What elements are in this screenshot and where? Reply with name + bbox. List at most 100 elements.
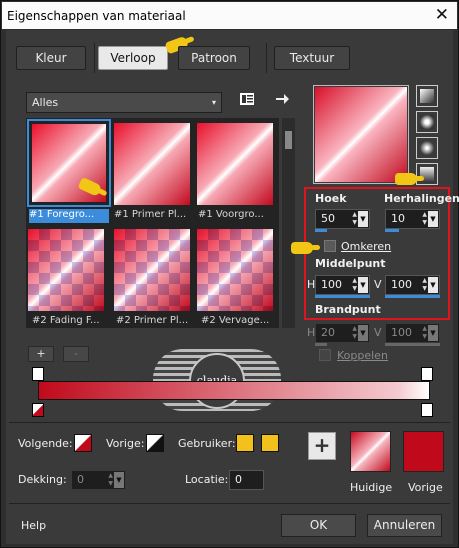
brandpunt-h-value: 20 [321,326,335,339]
arrow-right-icon[interactable] [271,92,293,112]
herhalingen-spinner[interactable]: 10 ▲ ▼ ▼ [385,209,440,229]
gradient-tile-label: #2 Primer Pl... [116,315,189,326]
hoek-label: Hoek [315,192,347,205]
gradient-tile[interactable] [112,227,192,311]
chevron-down-icon[interactable]: ▼ [428,211,438,227]
vorige-big-swatch[interactable] [403,431,444,472]
tab-textuur[interactable]: Textuur [274,46,350,70]
radial-style-icon[interactable] [416,163,438,185]
tab-kleur[interactable]: Kleur [16,46,86,70]
chevron-down-icon[interactable]: ▼ [358,211,368,227]
dekking-value: 0 [77,473,84,486]
opacity-stop-right[interactable] [421,367,433,381]
tab-divider [266,43,267,73]
chevron-down-icon[interactable]: ▼ [358,325,368,341]
middelpunt-h-slider[interactable] [315,295,370,298]
spin-arrows-icon[interactable]: ▲ ▼ [352,211,357,227]
herhalingen-label: Herhalingen [384,192,459,205]
huidige-swatch[interactable] [350,431,391,472]
chevron-down-icon[interactable]: ▼ [358,277,368,293]
tab-divider [94,43,95,73]
hoek-value: 50 [321,212,335,225]
category-dropdown[interactable]: Alles ▾ [26,92,222,113]
color-stop-left[interactable] [32,403,44,417]
spin-arrows-icon[interactable]: ▲ ▼ [352,277,357,293]
library-scrollbar[interactable] [282,118,295,328]
middelpunt-v-value: 100 [391,278,412,291]
herhalingen-slider[interactable] [385,229,399,232]
close-icon[interactable]: ✕ [435,5,449,25]
gradient-tile-label: #2 Vervage... [201,315,270,326]
locatie-input[interactable]: 0 [229,470,264,490]
title-bar: Eigenschappen van materiaal ✕ [2,2,457,29]
chevron-down-icon: ▾ [211,98,216,107]
gradient-preview[interactable] [313,85,409,184]
brandpunt-h-slider[interactable] [315,343,327,346]
gebruiker-swatch-1[interactable] [236,434,254,452]
divider [9,503,450,504]
omkeren-label: Omkeren [341,240,392,253]
brandpunt-v-label: V [374,326,382,339]
scrollbar-thumb[interactable] [285,131,292,149]
gradient-tile[interactable] [195,227,275,311]
spin-arrows-icon[interactable]: ▲ ▼ [422,277,427,293]
vorige-big-label: Vorige [408,481,443,494]
locatie-label: Locatie: [185,473,229,486]
vorige-swatch[interactable] [146,434,164,452]
tab-patroon[interactable]: Patroon [178,46,250,70]
sunburst-style-icon[interactable] [416,137,438,159]
linear-style-icon[interactable] [416,85,438,107]
pointer-hand-icon [395,173,424,185]
gradient-tile[interactable] [112,121,192,205]
spin-arrows-icon[interactable]: ▲ ▼ [422,211,427,227]
spin-arrows-icon[interactable]: ▲ ▼ [352,325,357,341]
dialog-window: Eigenschappen van materiaal ✕ Kleur Verl… [0,0,459,548]
volgende-label: Volgende: [18,437,73,450]
middelpunt-h-spinner[interactable]: 100 ▲ ▼ ▼ [315,275,370,295]
category-value: Alles [32,96,59,109]
chevron-down-icon[interactable]: ▼ [114,472,124,488]
color-stop-right[interactable] [421,403,433,417]
hoek-spinner[interactable]: 50 ▲ ▼ ▼ [315,209,370,229]
opacity-stop-left[interactable] [32,367,44,381]
vorige-label: Vorige: [106,437,145,450]
volgende-swatch[interactable] [74,434,92,452]
omkeren-checkbox[interactable] [324,240,336,252]
rectangular-style-icon[interactable] [416,111,438,133]
gradient-tile[interactable] [195,121,275,205]
dekking-label: Dekking: [18,473,67,486]
hoek-slider[interactable] [315,229,327,232]
cancel-button[interactable]: Annuleren [367,514,442,537]
middelpunt-h-value: 100 [321,278,342,291]
spin-arrows-icon[interactable]: ▲ ▼ [422,325,427,341]
koppelen-label: Koppelen [337,349,388,362]
spin-arrows-icon[interactable]: ▲ ▼ [108,472,113,488]
middelpunt-v-spinner[interactable]: 100 ▲ ▼ ▼ [385,275,440,295]
highlight-frame [304,187,450,320]
chevron-down-icon[interactable]: ▼ [428,325,438,341]
locatie-value: 0 [235,473,242,486]
middelpunt-v-slider[interactable] [385,295,440,298]
divider [9,422,450,423]
gradient-tile[interactable] [26,227,106,311]
chevron-down-icon[interactable]: ▼ [428,277,438,293]
gradient-tile-label: #1 Foregro... [29,209,109,223]
remove-stop-button[interactable]: - [63,346,89,362]
tab-verloop[interactable]: Verloop [98,46,168,70]
add-swatch-button[interactable]: + [308,432,336,460]
middelpunt-label: Middelpunt [315,257,386,270]
window-title: Eigenschappen van materiaal [7,9,186,23]
brandpunt-h-spinner[interactable]: 20 ▲ ▼ ▼ [315,323,370,343]
brandpunt-v-spinner[interactable]: 100 ▲ ▼ ▼ [385,323,440,343]
brandpunt-v-value: 100 [391,326,412,339]
add-stop-button[interactable]: + [28,346,54,362]
help-link[interactable]: Help [21,519,46,532]
brandpunt-v-slider[interactable] [385,343,440,346]
gradient-bar[interactable] [38,381,430,400]
gradient-tile-label: #2 Fading F... [32,315,100,326]
dekking-spinner[interactable]: 0 ▲ ▼ ▼ [71,470,126,490]
koppelen-checkbox[interactable] [319,349,331,361]
gebruiker-swatch-2[interactable] [261,434,279,452]
library-icon[interactable] [236,92,258,112]
ok-button[interactable]: OK [281,514,356,537]
